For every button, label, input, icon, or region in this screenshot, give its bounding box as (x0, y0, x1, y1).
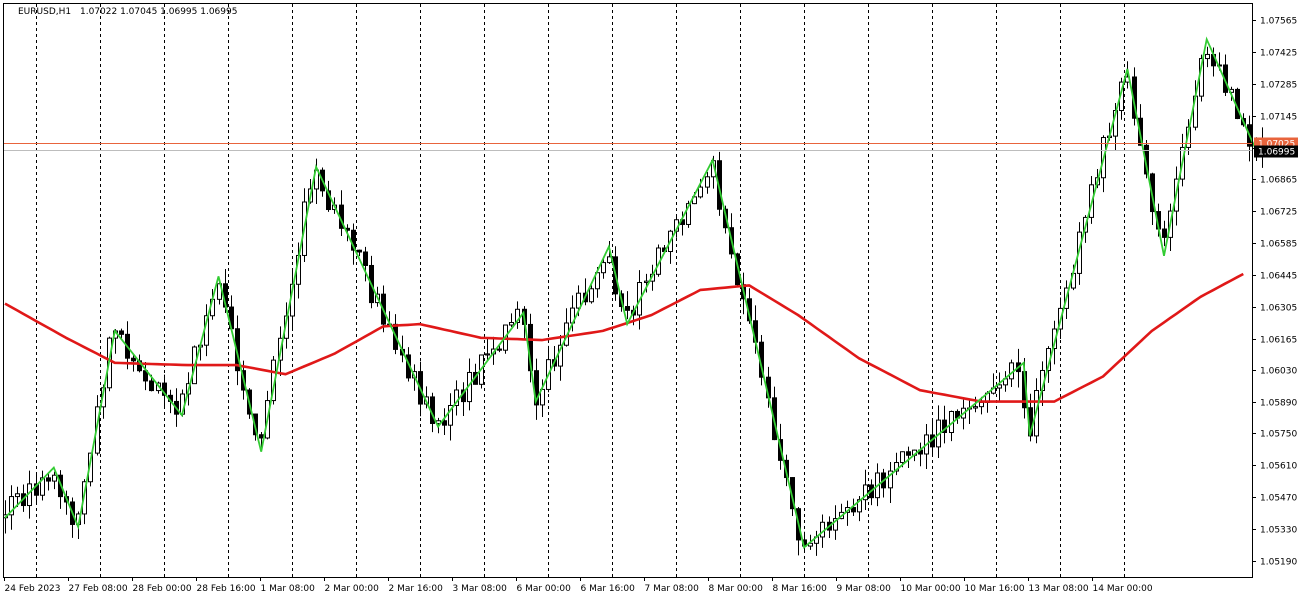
candle-body (363, 251, 368, 266)
x-tick-label: 8 Mar 00:00 (709, 584, 764, 594)
candle-body (357, 249, 362, 253)
candle-body (979, 401, 984, 408)
x-tick-label: 7 Mar 08:00 (645, 584, 700, 594)
x-tick-label: 6 Mar 16:00 (581, 584, 636, 594)
y-tick-label: 1.06030 (1260, 367, 1297, 377)
symbol-label: EURUSD,H1 (18, 7, 71, 17)
y-tick-label: 1.05750 (1260, 430, 1297, 440)
y-tick-label: 1.07565 (1260, 17, 1297, 27)
y-tick-label: 1.07145 (1260, 113, 1297, 123)
candle-body (601, 262, 606, 274)
candle-body (576, 292, 581, 309)
candle-body (131, 357, 136, 362)
x-tick-label: 13 Mar 08:00 (1029, 584, 1089, 594)
candle-body (973, 406, 978, 409)
candle-body (15, 493, 20, 498)
candle-body (1205, 53, 1210, 60)
x-tick-label: 27 Feb 08:00 (69, 584, 128, 594)
y-tick-label: 1.06305 (1260, 304, 1297, 314)
x-tick-label: 10 Mar 00:00 (901, 584, 961, 594)
bid-price-label: 1.06995 (1258, 148, 1295, 158)
x-tick-label: 14 Mar 00:00 (1093, 584, 1153, 594)
candle-body (644, 280, 649, 284)
x-tick-label: 28 Feb 16:00 (197, 584, 256, 594)
x-tick-label: 3 Mar 08:00 (453, 584, 508, 594)
chart-background (0, 0, 1300, 600)
y-tick-label: 1.05190 (1260, 558, 1297, 568)
price-level-labels: 1.070251.06995 (1254, 137, 1298, 158)
x-tick-label: 9 Mar 08:00 (837, 584, 892, 594)
x-tick-label: 6 Mar 00:00 (517, 584, 572, 594)
y-tick-label: 1.05610 (1260, 462, 1297, 472)
x-tick-label: 10 Mar 16:00 (965, 584, 1025, 594)
y-tick-label: 1.06725 (1260, 208, 1297, 218)
y-tick-label: 1.07425 (1260, 49, 1297, 59)
candle-body (485, 353, 490, 356)
candle-body (509, 322, 514, 326)
y-tick-label: 1.05890 (1260, 399, 1297, 409)
y-tick-label: 1.06165 (1260, 336, 1297, 346)
chart-header: EURUSD,H1 1.07022 1.07045 1.06995 1.0699… (18, 7, 237, 17)
candle-body (900, 451, 905, 464)
candle-body (52, 474, 57, 482)
candle-body (698, 186, 703, 198)
candle-body (589, 288, 594, 303)
x-tick-label: 2 Mar 00:00 (325, 584, 380, 594)
candle-body (259, 434, 264, 439)
candle-body (497, 348, 502, 351)
y-tick-label: 1.06865 (1260, 176, 1297, 186)
price-chart[interactable]: 1.075651.074251.072851.071451.070051.068… (0, 0, 1300, 600)
x-tick-label: 8 Mar 16:00 (773, 584, 828, 594)
ohlc-label: 1.07022 1.07045 1.06995 1.06995 (80, 7, 237, 17)
x-tick-label: 28 Feb 00:00 (133, 584, 192, 594)
x-tick-label: 2 Mar 16:00 (389, 584, 444, 594)
candle-body (46, 477, 51, 482)
x-tick-label: 1 Mar 08:00 (261, 584, 316, 594)
candle-body (1162, 228, 1167, 238)
y-tick-label: 1.05330 (1260, 526, 1297, 536)
y-tick-label: 1.06585 (1260, 240, 1297, 250)
candle-body (705, 176, 710, 188)
candle-body (906, 451, 911, 456)
y-tick-label: 1.07285 (1260, 81, 1297, 91)
candle-body (149, 380, 154, 392)
candle-body (625, 306, 630, 311)
y-tick-label: 1.06445 (1260, 272, 1297, 282)
x-tick-label: 24 Feb 2023 (5, 584, 61, 594)
candle-body (119, 330, 124, 335)
y-tick-label: 1.05470 (1260, 494, 1297, 504)
